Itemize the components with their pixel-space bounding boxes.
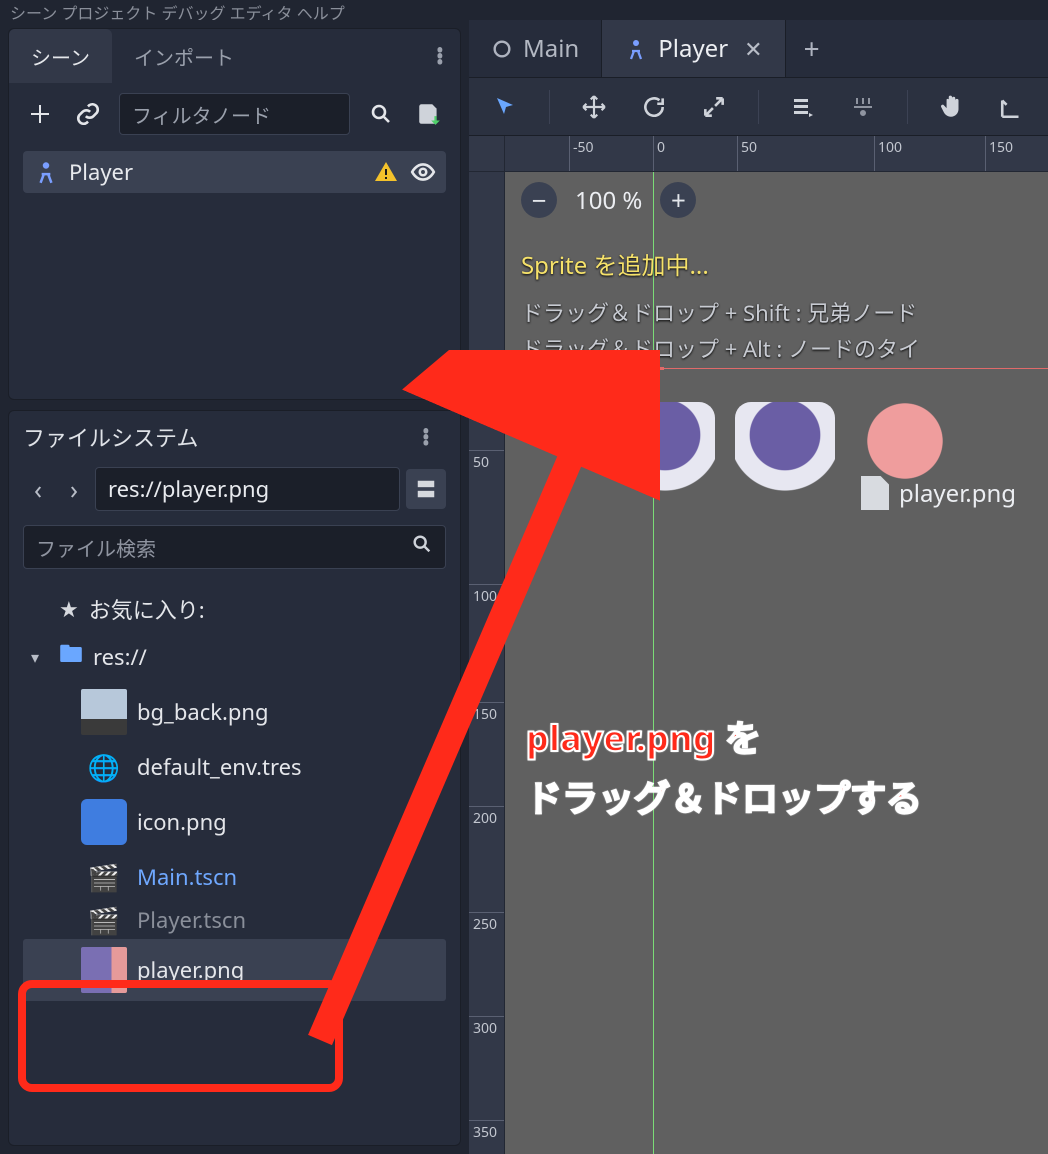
file-row-player-png[interactable]: player.png [23,939,446,1001]
root-label: res:// [93,642,147,672]
chevron-down-icon: ▾ [31,646,49,668]
file-label: player.png [137,955,244,985]
file-row-main-tscn[interactable]: 🎬 Main.tscn [23,853,460,901]
filesystem-title: ファイルシステム [23,421,198,453]
ruler-horizontal: -50 0 50 100 150 [505,136,1048,172]
add-tab-icon[interactable]: + [786,30,838,68]
zoom-controls: − 100 % + [521,182,696,218]
editor-tab-main[interactable]: Main [469,20,602,77]
thumbnail-icon [81,799,127,845]
filesystem-panel: ファイルシステム ••• ‹ › res://player.png ファイル検索 [8,410,461,1146]
panel-menu-icon[interactable]: ••• [406,428,446,446]
drag-ghost: player.png [861,476,1016,510]
pan-tool-icon[interactable] [936,91,968,123]
scale-tool-icon[interactable] [698,91,730,123]
node-name: Player [69,157,133,187]
environment-icon: 🌐 [81,749,127,785]
attach-script-icon[interactable] [412,97,446,131]
kinematic-body-icon [33,159,59,185]
scene-icon: 🎬 [81,902,127,938]
warning-icon[interactable] [374,160,398,184]
ruler-vertical: 0 50 100 150 200 250 300 350 [469,172,505,1154]
sprite-preview [735,402,835,512]
zoom-in-button[interactable]: + [660,182,696,218]
split-mode-icon[interactable] [406,469,446,509]
menu-bar[interactable]: シーン プロジェクト デバッグ エディタ ヘルプ [0,0,1048,20]
file-label: Main.tscn [137,862,237,892]
drag-label: player.png [899,477,1016,510]
search-icon[interactable] [364,97,398,131]
file-row-icon[interactable]: icon.png [23,791,460,853]
snap-tool-icon[interactable] [847,91,879,123]
circle-icon [491,38,513,60]
file-search-input[interactable]: ファイル検索 [23,525,446,569]
favorites-label: お気に入り: [89,593,205,625]
file-label: default_env.tres [137,752,302,782]
editor-tab-player[interactable]: Player ✕ [602,20,785,77]
file-row-default-env[interactable]: 🌐 default_env.tres [23,743,460,791]
viewport[interactable]: -50 0 50 100 150 0 50 100 150 200 250 30… [469,136,1048,1154]
file-icon [861,476,889,510]
ruler-tool-icon[interactable] [996,91,1028,123]
list-select-icon[interactable] [787,91,819,123]
file-label: Player.tscn [137,905,246,935]
ruler-corner [469,136,505,172]
panel-menu-icon[interactable]: ••• [420,47,460,65]
hint-title: Sprite を追加中... [521,246,709,282]
sprite-preview [615,402,715,512]
add-node-icon[interactable] [23,97,57,131]
file-label: bg_back.png [137,697,269,727]
zoom-level[interactable]: 100 % [575,184,642,217]
scene-panel: シーン インポート ••• フィルタノード [8,28,461,400]
editor-tabs: Main Player ✕ + [469,20,1048,78]
favorites-row[interactable]: ★ お気に入り: [23,585,460,633]
kinematic-body-icon [624,37,648,61]
file-row-bg-back[interactable]: bg_back.png [23,681,460,743]
move-tool-icon[interactable] [578,91,610,123]
tab-scene[interactable]: シーン [9,29,112,83]
scene-icon: 🎬 [81,859,127,895]
path-input[interactable]: res://player.png [95,467,400,511]
tab-label: Player [658,32,728,65]
folder-icon: 🖿 [59,637,83,678]
zoom-out-button[interactable]: − [521,182,557,218]
visibility-icon[interactable] [410,159,436,185]
x-axis-line [505,368,1048,369]
editor-toolbar [469,78,1048,136]
file-label: icon.png [137,807,227,837]
tab-label: Main [523,32,579,65]
nav-forward-icon[interactable]: › [59,469,89,509]
hint-line: ドラッグ＆ドロップ + Alt : ノードのタイ [521,332,920,364]
close-icon[interactable]: ✕ [744,34,762,64]
file-tree: ★ お気に入り: ▾ 🖿 res:// bg_back.png 🌐 defaul… [9,577,460,1013]
link-icon[interactable] [71,97,105,131]
rotate-tool-icon[interactable] [638,91,670,123]
file-row-player-tscn[interactable]: 🎬 Player.tscn [23,901,460,939]
thumbnail-icon [81,689,127,735]
star-icon: ★ [59,594,79,624]
hint-line: ドラッグ＆ドロップ + Shift : 兄弟ノード [521,296,917,328]
thumbnail-icon [81,947,127,993]
nav-back-icon[interactable]: ‹ [23,469,53,509]
search-placeholder: ファイル検索 [36,533,156,562]
filter-nodes-input[interactable]: フィルタノード [119,93,350,135]
tab-import[interactable]: インポート [112,29,256,83]
scene-root-node[interactable]: Player [23,151,446,193]
root-folder-row[interactable]: ▾ 🖿 res:// [23,633,460,681]
select-tool-icon[interactable] [489,91,521,123]
search-icon [411,533,433,561]
